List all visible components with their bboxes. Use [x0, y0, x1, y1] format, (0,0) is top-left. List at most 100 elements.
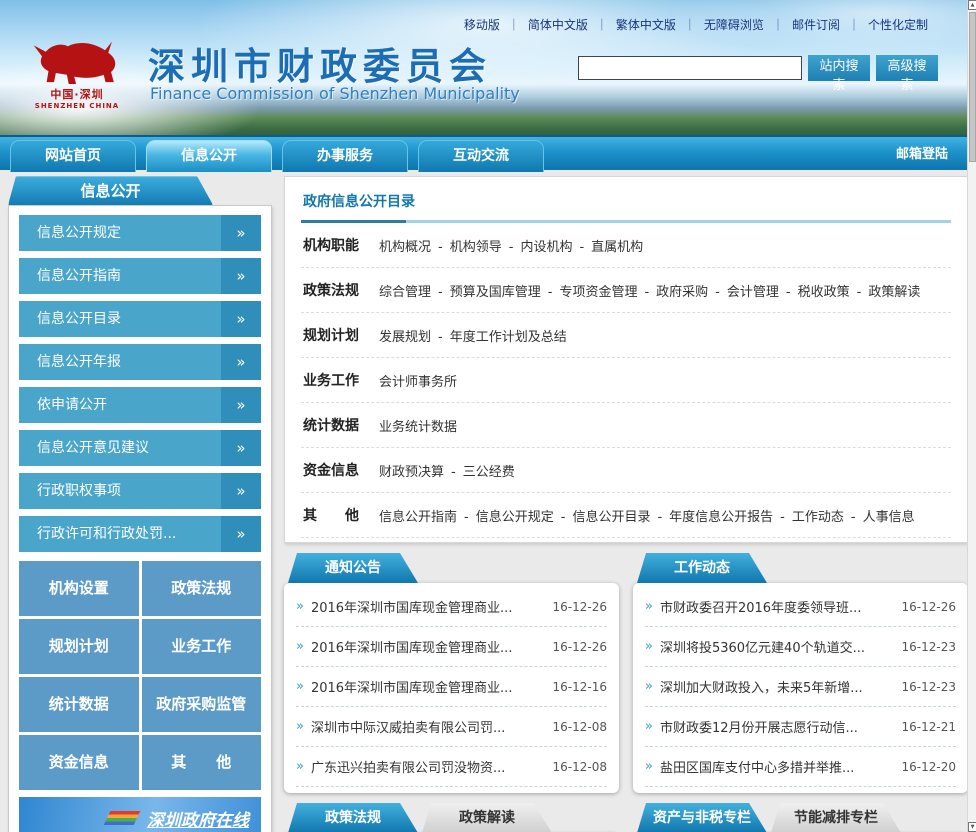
sidebar-item-label: 行政许可和行政处罚... — [37, 526, 177, 542]
advanced-search-button[interactable]: 高级搜索 — [876, 55, 938, 92]
directory-links: 会计师事务所 — [379, 371, 457, 390]
sidebar-menu-item[interactable]: 信息公开目录 » — [19, 301, 261, 337]
topbar-link[interactable]: 简体中文版 — [528, 18, 588, 32]
sidebar-menu-item[interactable]: 信息公开规定 » — [19, 215, 261, 251]
arrow-bullet-icon: » — [645, 679, 653, 694]
bull-logo-icon — [33, 41, 116, 84]
news-link[interactable]: 深圳加大财政投入，未来5年新增... — [660, 677, 894, 696]
news-link[interactable]: 2016年深圳市国库现金管理商业... — [311, 637, 545, 656]
sidebar-grid-button[interactable]: 资金信息 — [19, 735, 139, 790]
directory-link[interactable]: 机构领导 — [450, 240, 502, 255]
directory-link[interactable]: 年度信息公开报告 — [669, 510, 773, 525]
work-news-tab[interactable]: 工作动态 — [637, 553, 767, 583]
policy-tab-active[interactable]: 政策法规 — [288, 803, 418, 832]
sidebar-grid-button[interactable]: 业务工作 — [141, 619, 261, 674]
news-link[interactable]: 2016年深圳市国库现金管理商业... — [311, 677, 545, 696]
search-area: 站内搜索 高级搜索 — [578, 55, 938, 92]
scrollbar-up-arrow-icon[interactable]: ▲ — [968, 0, 976, 10]
topbar-link[interactable]: 繁体中文版 — [616, 18, 676, 32]
directory-row: 其 他信息公开指南 - 信息公开规定 - 信息公开目录 - 年度信息公开报告 - 工作动态 - 人事… — [301, 493, 951, 538]
sidebar-grid-button[interactable]: 规划计划 — [19, 619, 139, 674]
double-arrow-icon: » — [221, 258, 261, 294]
nav-tab-services[interactable]: 办事服务 — [282, 140, 408, 172]
policy-panel: 政策法规 政策解读 »以五大发展理念引领和推动深圳...16-10-31 — [284, 803, 619, 832]
directory-links: 业务统计数据 — [379, 416, 457, 435]
sidebar-item-label: 信息公开意见建议 — [37, 440, 149, 456]
sidebar-grid-button[interactable]: 机构设置 — [19, 561, 139, 616]
scrollbar-down-arrow-icon[interactable]: ▼ — [968, 822, 976, 832]
news-link[interactable]: 2016年深圳市国库现金管理商业... — [311, 597, 545, 616]
news-link[interactable]: 市财政委12月份开展志愿行动信... — [660, 717, 894, 736]
sidebar-menu-item[interactable]: 信息公开意见建议 » — [19, 430, 261, 466]
directory-category-label: 机构职能 — [303, 238, 359, 254]
directory-link[interactable]: 税收政策 — [798, 285, 850, 300]
directory-link[interactable]: 内设机构 — [520, 240, 572, 255]
directory-row: 业务工作 会计师事务所 — [301, 358, 951, 403]
special-tab-active[interactable]: 资产与非税专栏 — [637, 803, 767, 832]
directory-link[interactable]: 预算及国库管理 — [450, 285, 541, 300]
directory-link[interactable]: 年度工作计划及总结 — [450, 330, 567, 345]
topbar-link[interactable]: 个性化定制 — [868, 18, 928, 32]
scrollbar-thumb[interactable] — [969, 12, 976, 162]
sidebar-grid-button[interactable]: 政策法规 — [141, 561, 261, 616]
sidebar-menu-item[interactable]: 依申请公开 » — [19, 387, 261, 423]
nav-tabs: 网站首页 信息公开 办事服务 互动交流 — [10, 140, 544, 172]
directory-link[interactable]: 信息公开规定 — [476, 510, 554, 525]
news-item: » 深圳市中际汉威拍卖有限公司罚... 16-12-08 — [296, 707, 607, 747]
sidebar-menu-item[interactable]: 信息公开指南 » — [19, 258, 261, 294]
directory-link[interactable]: 财政预决算 — [379, 465, 444, 480]
directory-link[interactable]: 会计管理 — [727, 285, 779, 300]
news-link[interactable]: 盐田区国库支付中心多措并举推... — [660, 757, 894, 776]
directory-link[interactable]: 综合管理 — [379, 285, 431, 300]
directory-link[interactable]: 三公经费 — [463, 465, 515, 480]
banner-label: 深圳政府在线 — [147, 810, 249, 831]
nav-tab-home[interactable]: 网站首页 — [10, 140, 136, 172]
dash-separator: - — [579, 239, 585, 255]
news-date: 16-12-08 — [552, 719, 607, 734]
directory-link[interactable]: 信息公开目录 — [572, 510, 650, 525]
dash-separator: - — [785, 284, 791, 300]
directory-link[interactable]: 会计师事务所 — [379, 375, 457, 390]
sidebar-menu-item[interactable]: 行政职权事项 » — [19, 473, 261, 509]
sidebar-grid-button[interactable]: 其 他 — [141, 735, 261, 790]
directory-link[interactable]: 机构概况 — [379, 240, 431, 255]
directory-link[interactable]: 信息公开指南 — [379, 510, 457, 525]
news-link[interactable]: 深圳将投5360亿元建40个轨道交... — [660, 637, 894, 656]
news-link[interactable]: 广东迅兴拍卖有限公司罚没物资... — [311, 757, 545, 776]
policy-tab-inactive[interactable]: 政策解读 — [422, 803, 552, 832]
site-logo[interactable]: 中国·深圳 SHENZHEN CHINA — [16, 36, 138, 118]
directory-link[interactable]: 政策解读 — [868, 285, 920, 300]
sidebar-grid-button[interactable]: 政府采购监管 — [141, 677, 261, 732]
directory-link[interactable]: 发展规划 — [379, 330, 431, 345]
news-date: 16-12-20 — [901, 759, 956, 774]
notices-tab[interactable]: 通知公告 — [288, 553, 418, 583]
site-search-button[interactable]: 站内搜索 — [808, 55, 870, 92]
news-link[interactable]: 深圳市中际汉威拍卖有限公司罚... — [311, 717, 545, 736]
news-link[interactable]: 市财政委召开2016年度委领导班... — [660, 597, 894, 616]
sidebar-grid-button[interactable]: 统计数据 — [19, 677, 139, 732]
directory-link[interactable]: 工作动态 — [792, 510, 844, 525]
directory-link[interactable]: 业务统计数据 — [379, 420, 457, 435]
sidebar-menu-item[interactable]: 行政许可和行政处罚... » — [19, 516, 261, 552]
topbar-link[interactable]: 无障碍浏览 — [704, 18, 764, 32]
nav-tab-info-disclosure[interactable]: 信息公开 — [146, 140, 272, 172]
sidebar-menu-item[interactable]: 信息公开年报 » — [19, 344, 261, 380]
directory-row: 政策法规 综合管理 - 预算及国库管理 - 专项资金管理 - 政府采购 - 会计管理 - 税收政策 - 政… — [301, 268, 951, 313]
topbar-link[interactable]: 移动版 — [464, 18, 500, 32]
directory-link[interactable]: 人事信息 — [863, 510, 915, 525]
shenzhen-gov-online-banner[interactable]: 深圳政府在线 — [19, 797, 261, 832]
email-login-link[interactable]: 邮箱登陆 — [896, 137, 948, 172]
directory-link[interactable]: 直属机构 — [591, 240, 643, 255]
double-arrow-icon: » — [221, 473, 261, 509]
directory-link[interactable]: 专项资金管理 — [559, 285, 637, 300]
topbar-link[interactable]: 邮件订阅 — [792, 18, 840, 32]
scrollbar[interactable]: ▲ ▼ — [967, 0, 976, 832]
sidebar-header-tab: 信息公开 — [8, 176, 213, 205]
logo-text-cn: 中国·深圳 — [50, 88, 104, 101]
search-input[interactable] — [578, 56, 802, 80]
directory-link[interactable]: 政府采购 — [656, 285, 708, 300]
special-tab-inactive[interactable]: 节能减排专栏 — [771, 803, 901, 832]
nav-tab-interaction[interactable]: 互动交流 — [418, 140, 544, 172]
news-item: » 深圳将投5360亿元建40个轨道交... 16-12-23 — [645, 627, 956, 667]
directory-category-label: 业务工作 — [303, 373, 359, 389]
